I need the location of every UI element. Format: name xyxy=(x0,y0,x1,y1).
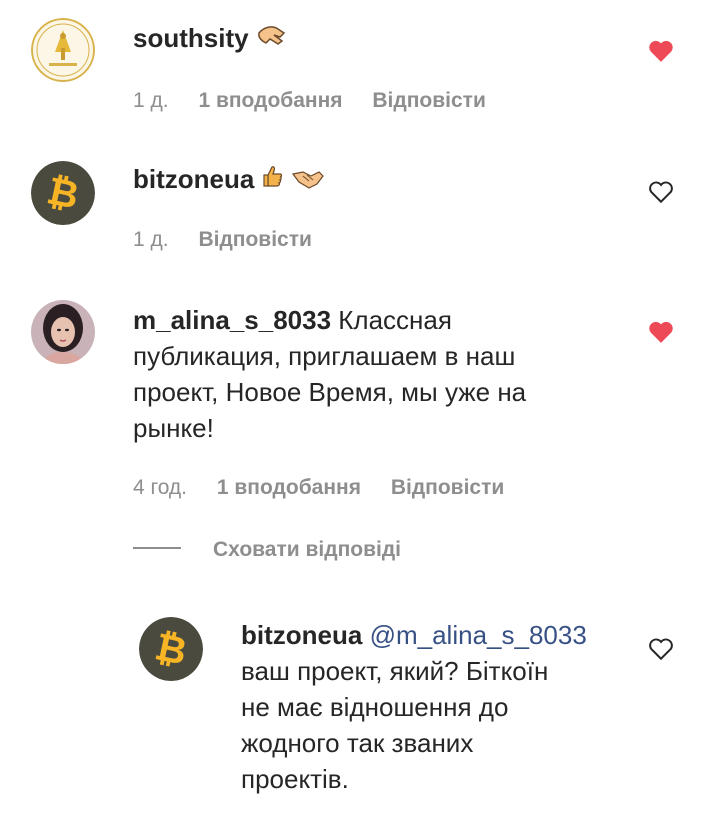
avatar-bitzoneua[interactable]: ₿ xyxy=(139,617,203,681)
comment-meta: 1 д. 1 вподобання Відповісти xyxy=(133,89,510,113)
handshake-emoji-icon xyxy=(291,163,325,199)
comment-text-line: не має відношення до xyxy=(241,692,509,722)
heart-filled-icon xyxy=(649,40,673,62)
comment-time: 4 год. xyxy=(133,476,188,499)
heart-outline-icon xyxy=(649,181,673,204)
heart-outline-icon xyxy=(649,638,673,661)
heart-filled-icon xyxy=(649,321,673,343)
comment-text-line: ваш проект, який? Біткоїн xyxy=(241,656,549,686)
comment-text-line: рынке! xyxy=(133,413,214,443)
reply-button[interactable]: Відповісти xyxy=(391,476,504,499)
user-photo-icon xyxy=(31,300,95,364)
divider-line xyxy=(133,547,181,550)
avatar-bitzoneua[interactable]: ₿ xyxy=(31,161,95,225)
reply-button[interactable]: Відповісти xyxy=(372,89,485,112)
likes-count-link[interactable]: 1 вподобання xyxy=(217,476,361,499)
clapping-hand-emoji-icon xyxy=(256,22,286,58)
comment-text-line: Классная xyxy=(338,305,452,335)
comment-text-line: жодного так званих xyxy=(241,728,474,758)
bitcoin-logo-icon: ₿ xyxy=(139,617,203,681)
golden-logo-icon xyxy=(31,18,95,82)
mention-link[interactable]: @m_alina_s_8033 xyxy=(370,620,587,650)
avatar-southsity[interactable] xyxy=(31,18,95,82)
like-button[interactable] xyxy=(648,39,674,63)
avatar-m-alina[interactable] xyxy=(31,300,95,364)
comment-username[interactable]: southsity xyxy=(133,23,249,53)
bitcoin-logo-icon: ₿ xyxy=(31,161,95,225)
like-button[interactable] xyxy=(648,320,674,344)
comment-meta: 1 д. Відповісти xyxy=(133,228,336,252)
comment-username[interactable]: bitzoneua xyxy=(133,164,254,194)
hide-replies-label: Сховати відповіді xyxy=(213,538,401,561)
like-button[interactable] xyxy=(648,180,674,204)
comment-meta: 4 год. 1 вподобання Відповісти xyxy=(133,476,528,500)
comment-username[interactable]: m_alina_s_8033 xyxy=(133,305,331,335)
like-button[interactable] xyxy=(648,637,674,661)
comment-text-line: проектів. xyxy=(241,764,349,794)
comment-time: 1 д. xyxy=(133,89,169,112)
comment-text-line: публикация, приглашаем в наш xyxy=(133,341,516,371)
thumbs-up-emoji-icon xyxy=(262,163,284,199)
comment-time: 1 д. xyxy=(133,228,169,251)
reply-button[interactable]: Відповісти xyxy=(198,228,311,251)
comment-text-line: проект, Новое Время, мы уже на xyxy=(133,377,527,407)
hide-replies-button[interactable]: Сховати відповіді xyxy=(133,538,401,562)
comment-username[interactable]: bitzoneua xyxy=(241,620,362,650)
likes-count-link[interactable]: 1 вподобання xyxy=(198,89,342,112)
